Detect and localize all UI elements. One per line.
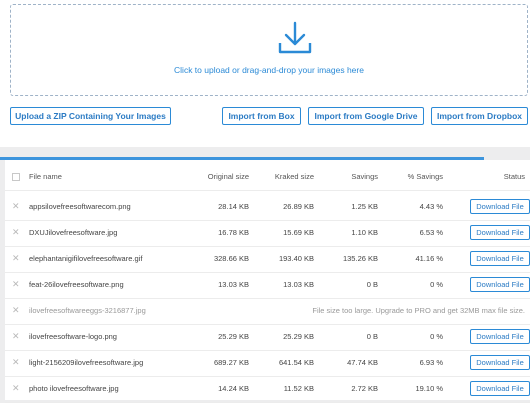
download-file-button[interactable]: Download File: [470, 251, 530, 266]
savings-value: 0 B: [366, 280, 378, 289]
close-icon[interactable]: ✕: [12, 220, 20, 244]
table-row: ✕ appsilovefreesoftwarecom.png 28.14 KB 26.…: [5, 194, 530, 221]
file-name: ilovefreesoftwareeggs-3216877.jpg: [29, 306, 146, 315]
savings-value: 0 B: [366, 332, 378, 341]
header-file-name: File name: [29, 172, 62, 181]
table-row: ✕ ilovefreesoftware-logo.png 25.29 KB 25.29…: [5, 324, 530, 351]
original-size: 25.29 KB: [218, 332, 249, 341]
download-file-button[interactable]: Download File: [470, 225, 530, 240]
percent-savings: 0 %: [430, 332, 443, 341]
original-size: 689.27 KB: [213, 358, 249, 367]
header-status: Status: [503, 172, 525, 181]
header-percent-savings: % Savings: [407, 172, 443, 181]
file-name: elephantanigifilovefreesoftware.gif: [29, 254, 143, 263]
file-name: feat-26ilovefreesoftware.png: [29, 280, 124, 289]
header-savings: Savings: [351, 172, 378, 181]
upload-prompt: Click to upload or drag-and-drop your im…: [174, 65, 364, 75]
close-icon[interactable]: ✕: [12, 376, 20, 400]
error-message: File size too large. Upgrade to PRO and …: [312, 306, 525, 315]
table-row: ✕ light-2156209ilovefreesoftware.jpg 689.2…: [5, 350, 530, 377]
download-icon: [278, 21, 312, 54]
table-header: File name Original size Kraked size Savi…: [5, 164, 530, 191]
close-icon[interactable]: ✕: [12, 246, 20, 270]
file-name: photo ilovefreesoftware.jpg: [29, 384, 119, 393]
close-icon[interactable]: ✕: [12, 272, 20, 296]
percent-savings: 0 %: [430, 280, 443, 289]
original-size: 13.03 KB: [218, 280, 249, 289]
close-icon[interactable]: ✕: [12, 350, 20, 374]
kraked-size: 15.69 KB: [283, 228, 314, 237]
download-file-button[interactable]: Download File: [470, 381, 530, 396]
table-row: ✕ elephantanigifilovefreesoftware.gif 328.…: [5, 246, 530, 273]
kraked-size: 193.40 KB: [278, 254, 314, 263]
savings-value: 135.26 KB: [342, 254, 378, 263]
import-google-drive-button[interactable]: Import from Google Drive: [308, 107, 424, 125]
savings-value: 1.25 KB: [351, 202, 378, 211]
savings-value: 47.74 KB: [347, 358, 378, 367]
file-name: DXUJilovefreesoftware.jpg: [29, 228, 118, 237]
download-file-button[interactable]: Download File: [470, 355, 530, 370]
close-icon[interactable]: ✕: [12, 324, 20, 348]
original-size: 14.24 KB: [218, 384, 249, 393]
import-dropbox-button[interactable]: Import from Dropbox: [431, 107, 528, 125]
results-table: File name Original size Kraked size Savi…: [5, 160, 530, 403]
percent-savings: 6.53 %: [419, 228, 443, 237]
upload-panel: Click to upload or drag-and-drop your im…: [0, 0, 530, 147]
percent-savings: 6.93 %: [419, 358, 443, 367]
close-icon[interactable]: ✕: [12, 194, 20, 218]
original-size: 28.14 KB: [218, 202, 249, 211]
select-all-checkbox[interactable]: [12, 173, 20, 181]
kraked-size: 641.54 KB: [278, 358, 314, 367]
close-icon[interactable]: ✕: [12, 298, 20, 322]
percent-savings: 41.16 %: [415, 254, 443, 263]
savings-value: 2.72 KB: [351, 384, 378, 393]
kraked-size: 26.89 KB: [283, 202, 314, 211]
percent-savings: 19.10 %: [415, 384, 443, 393]
percent-savings: 4.43 %: [419, 202, 443, 211]
kraked-size: 25.29 KB: [283, 332, 314, 341]
table-row: ✕ DXUJilovefreesoftware.jpg 16.78 KB 15.69 …: [5, 220, 530, 247]
import-box-button[interactable]: Import from Box: [222, 107, 301, 125]
upload-dropzone[interactable]: Click to upload or drag-and-drop your im…: [10, 4, 528, 96]
savings-value: 1.10 KB: [351, 228, 378, 237]
file-name: ilovefreesoftware-logo.png: [29, 332, 117, 341]
kraked-size: 11.52 KB: [283, 384, 314, 393]
header-original-size: Original size: [207, 172, 249, 181]
file-name: light-2156209ilovefreesoftware.jpg: [29, 358, 144, 367]
original-size: 16.78 KB: [218, 228, 249, 237]
original-size: 328.66 KB: [213, 254, 249, 263]
file-name: appsilovefreesoftwarecom.png: [29, 202, 131, 211]
download-file-button[interactable]: Download File: [470, 277, 530, 292]
download-file-button[interactable]: Download File: [470, 329, 530, 344]
table-row: ✕ photo ilovefreesoftware.jpg 14.24 KB 11.5…: [5, 376, 530, 403]
table-row: ✕ feat-26ilovefreesoftware.png 13.03 KB 13.…: [5, 272, 530, 299]
kraked-size: 13.03 KB: [283, 280, 314, 289]
upload-zip-button[interactable]: Upload a ZIP Containing Your Images: [10, 107, 171, 125]
header-kraked-size: Kraked size: [274, 172, 314, 181]
table-row: ✕ ilovefreesoftwareeggs-3216877.jpg File s…: [5, 298, 530, 325]
download-file-button[interactable]: Download File: [470, 199, 530, 214]
